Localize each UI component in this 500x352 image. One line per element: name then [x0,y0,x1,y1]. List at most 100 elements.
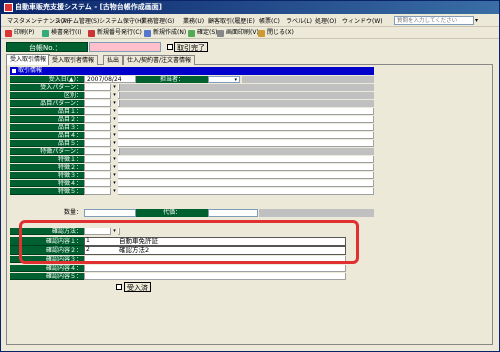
ledger-number-field[interactable] [89,42,161,52]
menu-window[interactable]: ウィンドウ(W) [338,15,387,26]
staff-filler [242,76,374,83]
screen-print-button[interactable]: 画面印刷(V) [216,28,259,38]
help-search-input[interactable]: 質問を入力してください [394,16,474,25]
staff-select[interactable]: ▾ [208,76,240,83]
menu-reports[interactable]: 帳票(C) [255,15,284,26]
inspection-issue-button[interactable]: 検書発行(I) [41,28,81,38]
feature-pattern-label: 特徴パターン： [10,148,84,155]
chevron-down-icon[interactable]: ▾ [110,92,118,99]
item-3-label: 品目３： [10,124,84,131]
printer-icon [5,30,12,37]
price-label: 代価： [136,209,208,217]
confirm-content-5-field[interactable] [84,273,346,280]
chevron-down-icon[interactable]: ▾ [110,140,118,147]
item-pattern-label: 品目パターン： [10,100,84,107]
print-button[interactable]: 印刷(P) [4,28,34,38]
item-2-label: 品目２： [10,116,84,123]
feature-3-field[interactable] [84,172,374,179]
chevron-down-icon[interactable]: ▾ [110,124,118,131]
feature-5-label: 特徴５： [10,188,84,195]
new-create-label: 新規作成(N) [153,29,187,36]
price-field[interactable] [208,209,258,217]
number-icon [88,30,95,37]
confirm-content-5-label: 確認内容５： [10,273,84,280]
row-filler [120,148,374,155]
tab-receiving-party[interactable]: 受入取引者情報 [48,55,99,65]
close-icon [258,30,265,37]
new-create-button[interactable]: 新規作成(N) [143,28,186,38]
item-3-field[interactable] [84,124,374,131]
tab-receiving-info[interactable]: 受入取引情報 [6,54,51,65]
close-button[interactable]: 閉じる(X) [257,28,294,38]
item-2-field[interactable] [84,116,374,123]
feature-4-field[interactable] [84,180,374,187]
section-title: 取引情報 [18,67,43,74]
new-number-label: 新規番号発行(C) [97,29,142,36]
chevron-down-icon[interactable]: ▾ [110,148,118,155]
chevron-down-icon: ▾ [234,77,237,83]
staff-label: 担当者： [136,76,208,83]
item-5-field[interactable] [84,140,374,147]
toolbar: 印刷(P) 検書発行(I) 新規番号発行(C) 新規作成(N) 確定(S) 画面… [1,27,499,39]
item-1-label: 品目１： [10,108,84,115]
app-window: 自動車販売支援システム - [古物台帳作成画面] マスタメンテナンス(M) シス… [0,0,500,352]
quantity-label: 数量： [10,209,84,217]
highlight-annotation [19,220,359,264]
menu-process[interactable]: 処理(O) [311,15,340,26]
app-icon [4,3,13,12]
tab-purchase-contract[interactable]: 仕入/契約書/注文書情報 [123,55,196,65]
square-icon [12,69,16,73]
item-4-field[interactable] [84,132,374,139]
confirm-label: 確定(S) [197,29,218,36]
price-filler [259,209,374,217]
chevron-down-icon[interactable]: ▾ [110,108,118,115]
row-filler [120,92,374,99]
print-label: 印刷(P) [14,29,35,36]
confirm-content-4-field[interactable] [84,265,346,272]
window-title: 自動車販売支援システム - [古物台帳作成画面] [15,3,162,11]
close-label: 閉じる(X) [267,29,294,36]
feature-2-field[interactable] [84,164,374,171]
row-filler [120,100,374,107]
new-icon [144,30,151,37]
ledger-number-label: 台帳No.： [6,42,88,52]
chevron-down-icon[interactable]: ▾ [110,132,118,139]
feature-1-field[interactable] [84,156,374,163]
tab-payout[interactable]: 払出 [103,55,124,65]
chevron-down-icon[interactable]: ▾ [475,16,481,25]
receive-date-label: 受入日(▲)： [10,76,84,83]
screen-print-label: 画面印刷(V) [226,29,259,36]
chevron-down-icon[interactable]: ▾ [110,116,118,123]
chevron-down-icon[interactable]: ▾ [110,172,118,179]
category-label: 区別： [10,92,84,99]
section-header: 取引情報 [10,67,374,75]
item-4-label: 品目４： [10,132,84,139]
menu-business-admin[interactable]: 業務管理(G) [137,15,178,26]
received-checkbox[interactable] [116,284,122,290]
chevron-down-icon[interactable]: ▾ [110,84,118,91]
chevron-down-icon[interactable]: ▾ [110,156,118,163]
menu-customer-history[interactable]: 顧客取引(履歴(E) [204,15,259,26]
feature-3-label: 特徴３： [10,172,84,179]
item-5-label: 品目５： [10,140,84,147]
received-label: 受入済 [124,282,151,292]
chevron-down-icon[interactable]: ▾ [110,188,118,195]
feature-1-label: 特徴１： [10,156,84,163]
chevron-down-icon[interactable]: ▾ [110,164,118,171]
title-bar: 自動車販売支援システム - [古物台帳作成画面] [1,1,499,14]
feature-4-label: 特徴４： [10,180,84,187]
inspection-issue-label: 検書発行(I) [51,29,82,36]
confirm-button[interactable]: 確定(S) [187,28,218,38]
item-1-field[interactable] [84,108,374,115]
chevron-down-icon[interactable]: ▾ [110,180,118,187]
quantity-field[interactable] [84,209,136,217]
check-icon [188,30,195,37]
row-filler [120,84,374,91]
transaction-complete-label: 取引完了 [174,42,208,52]
feature-5-field[interactable] [84,188,374,195]
new-number-button[interactable]: 新規番号発行(C) [87,28,142,38]
feature-2-label: 特徴２： [10,164,84,171]
transaction-complete-checkbox[interactable] [167,44,173,50]
receive-date-value: 2007/08/24 [87,76,122,83]
chevron-down-icon[interactable]: ▾ [110,100,118,107]
